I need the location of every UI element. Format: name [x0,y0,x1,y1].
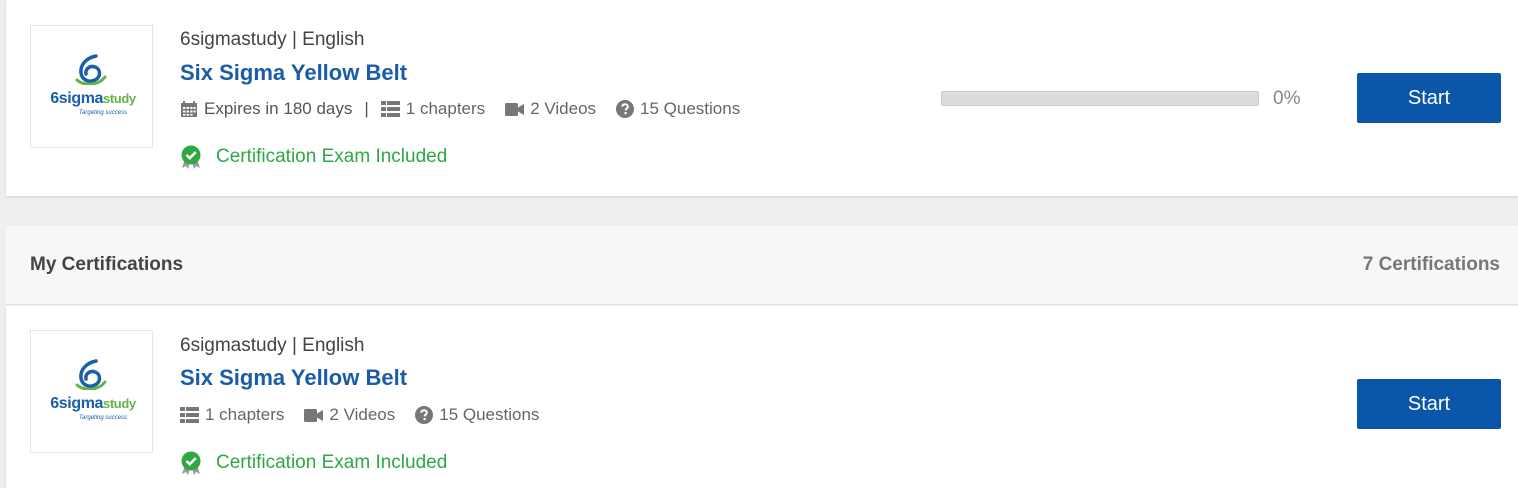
video-camera-icon [505,102,525,116]
questions-label: 15 Questions [439,405,540,424]
course-card: 6sigmastudy Targeting success 6sigmastud… [6,0,1518,196]
meta-separator: | [364,99,369,118]
progress-bar [941,91,1259,106]
chapters-info: 1 chapters [380,99,486,119]
start-button[interactable]: Start [1357,73,1501,123]
course-title-link[interactable]: Six Sigma Yellow Belt [180,365,407,391]
videos-info: 2 Videos [304,405,395,425]
questions-label: 15 Questions [640,99,741,118]
start-button[interactable]: Start [1357,379,1501,429]
expires-label: Expires in 180 days [204,99,353,118]
list-icon [380,101,400,117]
question-circle-icon [415,406,434,424]
section-title: My Certifications [30,254,184,275]
course-meta: 1 chapters 2 Videos 15 Questions [180,405,539,425]
course-title-link[interactable]: Six Sigma Yellow Belt [180,60,407,86]
videos-label: 2 Videos [530,99,597,118]
questions-info: 15 Questions [415,405,539,425]
6sigmastudy-logo-icon [75,359,107,390]
logo-wordmark: 6sigmastudy [50,395,136,412]
list-icon [180,407,199,423]
certification-label: Certification Exam Included [216,146,448,167]
certification-label: Certification Exam Included [216,452,448,473]
6sigmastudy-logo-icon [75,54,107,85]
course-provider: 6sigmastudy | English [180,335,365,356]
chapters-label: 1 chapters [205,405,285,424]
certification-included: Certification Exam Included [180,451,447,475]
certification-included: Certification Exam Included [180,145,447,169]
logo-tagline: Targeting success [78,110,128,116]
logo-wordmark: 6sigmastudy [50,90,136,107]
progress-percent: 0% [1273,88,1301,109]
chapters-info: 1 chapters [180,405,284,425]
question-circle-icon [616,100,635,118]
course-meta: Expires in 180 days | 1 chapters 2 Video… [180,99,740,119]
certificate-badge-icon [181,451,201,475]
logo-tagline: Targeting success [78,415,128,421]
course-logo[interactable]: 6sigmastudy Targeting success [30,330,153,453]
certification-card: 6sigmastudy Targeting success 6sigmastud… [6,306,1518,488]
course-provider: 6sigmastudy | English [180,29,365,50]
video-camera-icon [304,408,324,422]
my-certifications-header: My Certifications 7 Certifications [6,226,1518,305]
questions-info: 15 Questions [616,99,740,119]
videos-info: 2 Videos [505,99,596,119]
videos-label: 2 Videos [329,405,396,424]
certifications-count: 7 Certifications [1362,254,1500,275]
course-logo[interactable]: 6sigmastudy Targeting success [30,25,153,148]
certificate-badge-icon [181,145,201,169]
expires-info: Expires in 180 days [180,99,352,119]
chapters-label: 1 chapters [405,99,486,118]
calendar-icon [181,100,197,117]
